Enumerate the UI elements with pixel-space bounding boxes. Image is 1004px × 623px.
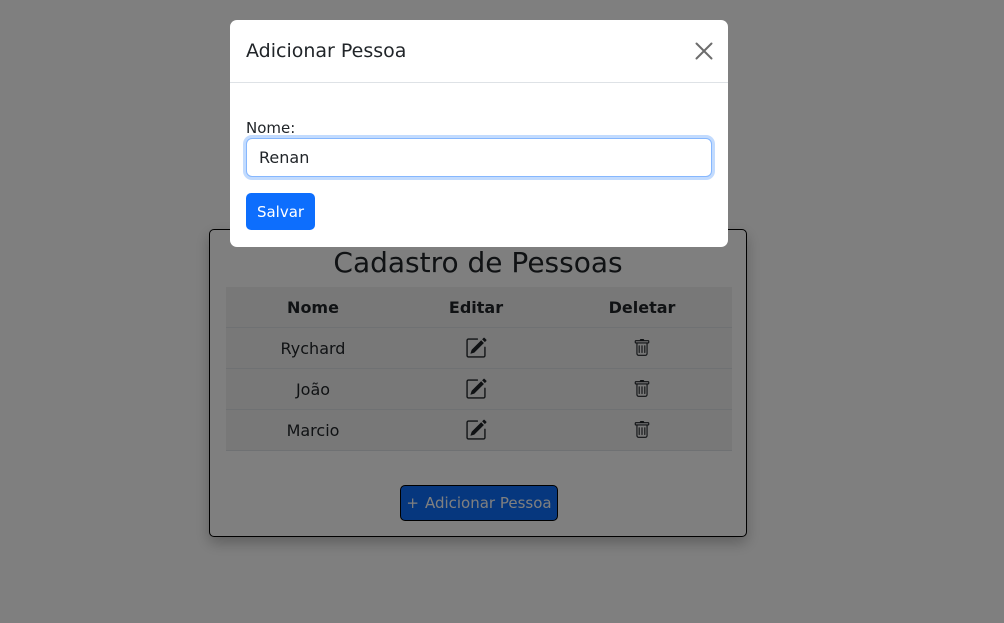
close-icon[interactable] — [692, 39, 716, 63]
name-field-label: Nome: — [246, 119, 296, 137]
save-button[interactable]: Salvar — [246, 193, 315, 230]
name-input[interactable] — [246, 138, 712, 177]
add-person-modal: Adicionar Pessoa Nome: Salvar — [230, 20, 728, 247]
modal-header: Adicionar Pessoa — [230, 20, 728, 83]
modal-title: Adicionar Pessoa — [246, 40, 407, 62]
